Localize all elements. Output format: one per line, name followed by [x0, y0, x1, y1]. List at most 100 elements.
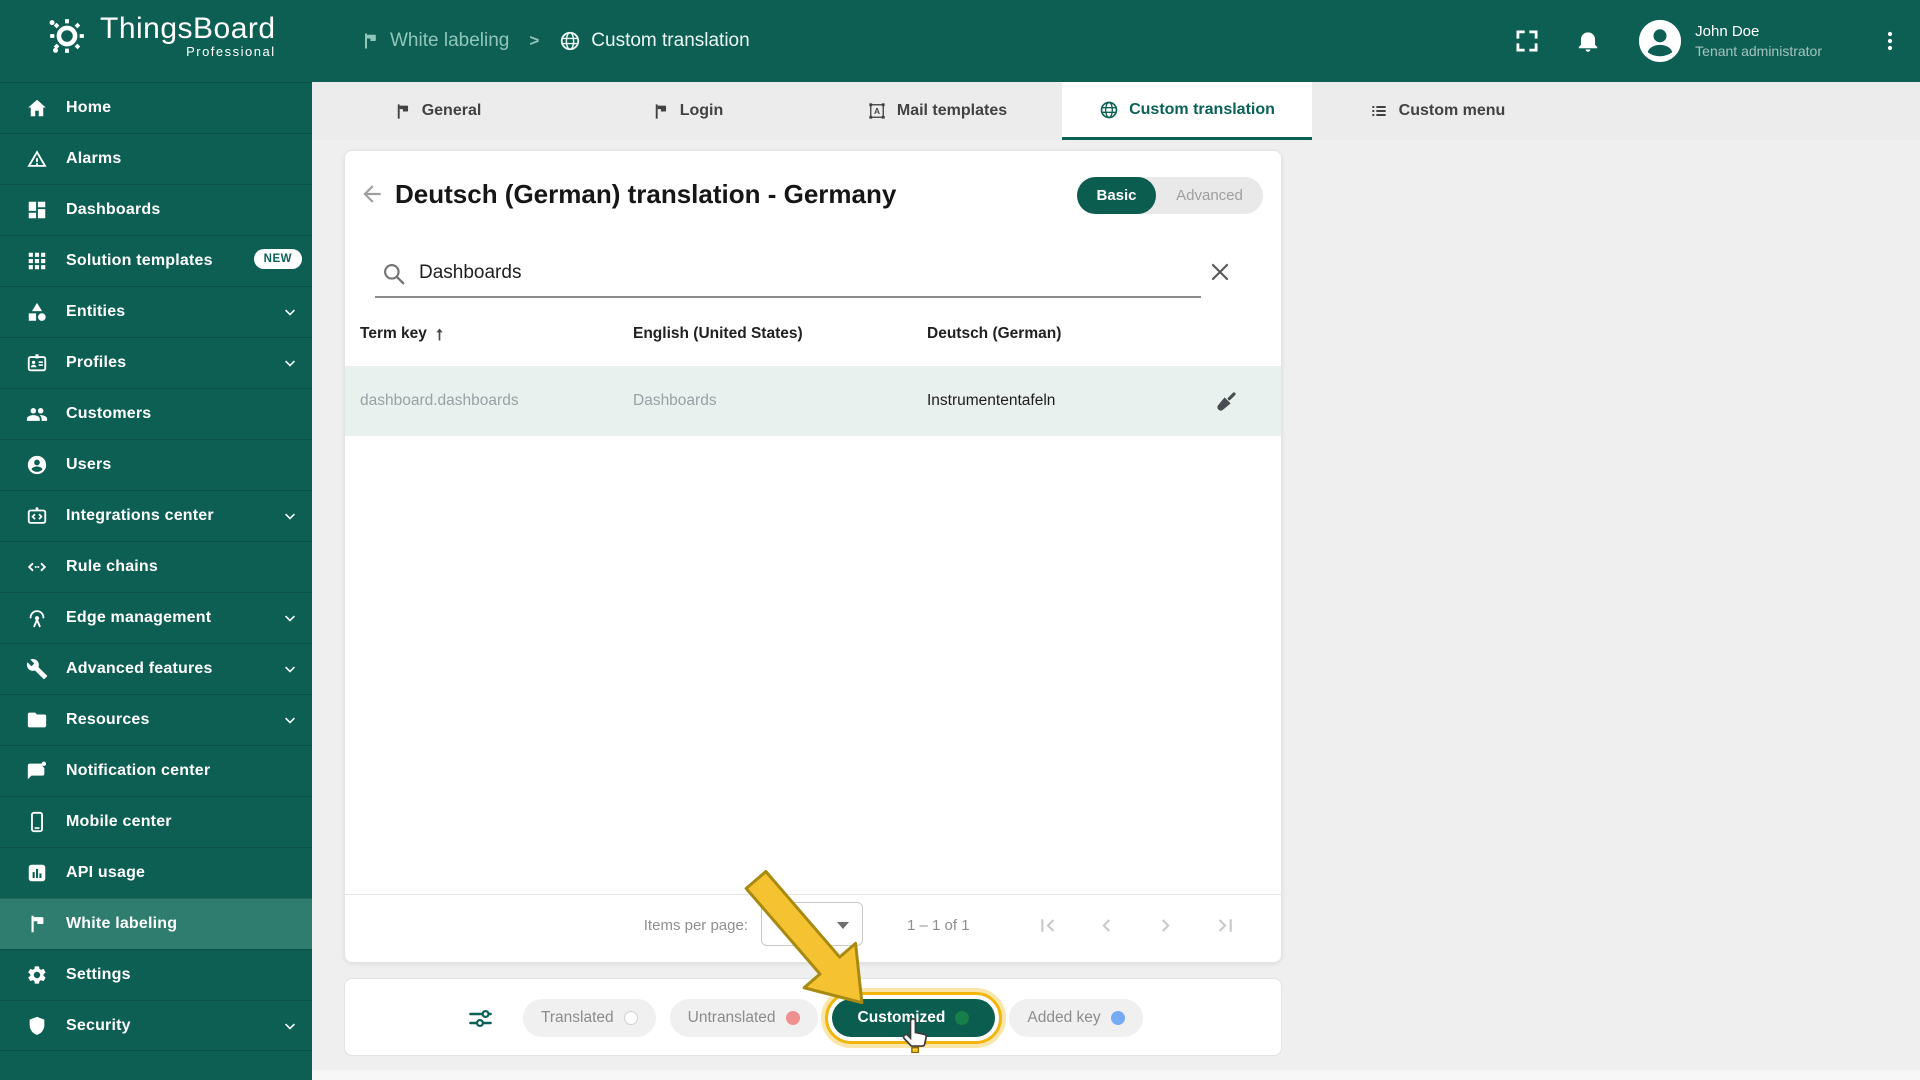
- globe-icon: [1099, 100, 1119, 120]
- sidebar-item-profiles[interactable]: Profiles: [0, 337, 312, 388]
- tab-general[interactable]: General: [312, 82, 562, 140]
- flag-icon: [393, 102, 412, 121]
- antenna-icon: [26, 607, 48, 629]
- cell-term-key: dashboard.dashboards: [360, 392, 519, 409]
- previous-page-icon[interactable]: [1094, 913, 1119, 938]
- code-icon: [26, 556, 48, 578]
- next-page-icon[interactable]: [1153, 913, 1178, 938]
- untranslated-dot-icon: [785, 1011, 800, 1025]
- globe-icon: [559, 30, 581, 52]
- chat-bubble-icon: [26, 760, 48, 782]
- avatar[interactable]: [1637, 18, 1683, 64]
- sidebar-item-notification-center[interactable]: Notification center: [0, 745, 312, 796]
- tab-mail-templates[interactable]: A Mail templates: [812, 82, 1062, 140]
- flag-icon: [360, 31, 380, 51]
- list-icon: [1369, 101, 1389, 121]
- horizontal-scrollbar-track[interactable]: [312, 1070, 1920, 1080]
- breadcrumb: White labeling > Custom translation: [360, 0, 750, 82]
- home-icon: [26, 97, 48, 119]
- sidebar-item-dashboards[interactable]: Dashboards: [0, 184, 312, 235]
- fullscreen-icon[interactable]: [1513, 27, 1541, 55]
- sidebar-item-integrations-center[interactable]: Integrations center: [0, 490, 312, 541]
- column-english[interactable]: English (United States): [633, 325, 803, 343]
- sidebar-item-solution-templates[interactable]: Solution templates NEW: [0, 235, 312, 286]
- chevron-down-icon: [280, 302, 300, 322]
- column-german[interactable]: Deutsch (German): [927, 325, 1061, 343]
- cell-german: Instrumententafeln: [927, 392, 1056, 409]
- sidebar-nav: Home Alarms Dashboards Solution template…: [0, 82, 312, 1080]
- kebab-menu-icon[interactable]: [1878, 29, 1902, 53]
- sidebar-item-security[interactable]: Security: [0, 1000, 312, 1051]
- account-circle-icon: [26, 454, 48, 476]
- clear-customization-brush-icon[interactable]: [1213, 388, 1240, 415]
- toggle-advanced[interactable]: Advanced: [1156, 177, 1263, 214]
- sidebar-item-api-usage[interactable]: API usage: [0, 847, 312, 898]
- sidebar-item-mobile-center[interactable]: Mobile center: [0, 796, 312, 847]
- sidebar-item-white-labeling[interactable]: White labeling: [0, 898, 312, 949]
- breadcrumb-separator: >: [529, 31, 540, 50]
- chevron-down-icon: [280, 659, 300, 679]
- user-name: John Doe: [1695, 23, 1760, 40]
- table-header: Term key English (United States) Deutsch…: [345, 319, 1281, 353]
- cell-english: Dashboards: [633, 392, 717, 409]
- logo-title: ThingsBoard: [100, 12, 276, 45]
- table-row[interactable]: dashboard.dashboards Dashboards Instrume…: [345, 366, 1281, 436]
- first-page-icon[interactable]: [1035, 913, 1060, 938]
- close-icon[interactable]: [1207, 259, 1233, 285]
- items-per-page-value: 50: [784, 915, 801, 932]
- sidebar-item-home[interactable]: Home: [0, 82, 312, 133]
- search-underline: [375, 296, 1201, 298]
- badge-icon: [26, 352, 48, 374]
- warning-icon: [26, 148, 48, 170]
- translated-dot-icon: [623, 1011, 638, 1025]
- sidebar-item-rule-chains[interactable]: Rule chains: [0, 541, 312, 592]
- gear-icon: [26, 964, 48, 986]
- filter-chip-added-key[interactable]: Added key: [1009, 999, 1143, 1037]
- tab-custom-menu[interactable]: Custom menu: [1312, 82, 1562, 140]
- column-term-key[interactable]: Term key: [360, 325, 448, 343]
- sidebar-item-users[interactable]: Users: [0, 439, 312, 490]
- breadcrumb-custom-translation[interactable]: Custom translation: [559, 30, 750, 52]
- sort-ascending-icon: [431, 326, 448, 343]
- breadcrumb-white-labeling[interactable]: White labeling: [360, 30, 509, 52]
- filter-chip-translated[interactable]: Translated: [523, 999, 656, 1037]
- tab-login[interactable]: Login: [562, 82, 812, 140]
- thingsboard-logo[interactable]: ThingsBoard Professional: [44, 12, 276, 59]
- gear-logo-icon: [44, 13, 90, 59]
- sidebar-item-advanced-features[interactable]: Advanced features: [0, 643, 312, 694]
- last-page-icon[interactable]: [1213, 913, 1238, 938]
- sidebar-item-customers[interactable]: Customers: [0, 388, 312, 439]
- sidebar-item-edge-management[interactable]: Edge management: [0, 592, 312, 643]
- back-arrow-icon[interactable]: [359, 181, 385, 207]
- chevron-down-icon: [280, 710, 300, 730]
- logo-subtitle: Professional: [186, 44, 276, 59]
- app-header: ThingsBoard Professional White labeling …: [0, 0, 1920, 82]
- filter-chip-customized[interactable]: Customized: [824, 992, 1003, 1044]
- svg-text:A: A: [874, 106, 880, 116]
- search-input[interactable]: [419, 253, 1059, 293]
- search-icon: [381, 261, 407, 287]
- user-info[interactable]: John Doe Tenant administrator: [1695, 23, 1822, 59]
- flag-icon: [26, 913, 48, 935]
- sidebar-item-entities[interactable]: Entities: [0, 286, 312, 337]
- bar-chart-icon: [26, 862, 48, 884]
- filter-icon[interactable]: [467, 1005, 494, 1032]
- tab-custom-translation[interactable]: Custom translation: [1062, 82, 1312, 140]
- tools-icon: [26, 658, 48, 680]
- sidebar-item-settings[interactable]: Settings: [0, 949, 312, 1000]
- chevron-down-icon: [280, 353, 300, 373]
- flag-icon: [651, 102, 670, 121]
- items-per-page-select[interactable]: 50: [761, 902, 863, 946]
- toggle-basic[interactable]: Basic: [1077, 177, 1156, 214]
- sidebar-item-resources[interactable]: Resources: [0, 694, 312, 745]
- sidebar-item-alarms[interactable]: Alarms: [0, 133, 312, 184]
- filter-chip-untranslated[interactable]: Untranslated: [669, 999, 818, 1037]
- white-labeling-tabs: General Login A Mail templates Custom tr…: [312, 82, 1920, 140]
- added-key-dot-icon: [1110, 1011, 1125, 1025]
- notifications-bell-icon[interactable]: [1575, 28, 1601, 54]
- pagination-range: 1 – 1 of 1: [907, 917, 970, 934]
- chevron-down-icon: [280, 1016, 300, 1036]
- chevron-down-icon: [280, 608, 300, 628]
- user-role: Tenant administrator: [1695, 43, 1822, 59]
- shield-icon: [26, 1015, 48, 1037]
